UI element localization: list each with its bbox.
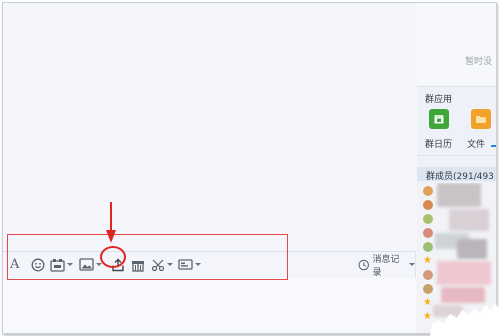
avatar [423, 200, 433, 210]
mosaic-block [441, 287, 485, 303]
mosaic-block [437, 183, 481, 207]
app-label-files: 文件 [467, 140, 486, 150]
mosaic-block [449, 209, 489, 231]
chevron-down-icon [409, 263, 415, 266]
folder-icon [471, 109, 491, 129]
gift-icon [132, 260, 144, 272]
apps-divider [417, 155, 496, 156]
send-file-button[interactable] [111, 255, 125, 274]
font-icon: A [10, 257, 20, 272]
avatar [423, 214, 433, 224]
image-icon [79, 258, 94, 271]
star-icon: ★ [423, 255, 432, 266]
notice-empty-text: 暂时没 [465, 57, 493, 67]
group-notice: 暂时没 [417, 3, 496, 87]
scissors-icon [151, 259, 165, 271]
avatar [423, 186, 433, 196]
mosaic-block [457, 239, 487, 259]
smiley-icon [31, 258, 45, 271]
animation-button[interactable] [50, 255, 73, 274]
input-toolbar: A 消息记录 [7, 251, 415, 278]
gif-icon [50, 258, 65, 272]
app-item-files[interactable]: 文件 [467, 109, 496, 150]
group-apps-title: 群应用 [425, 95, 453, 105]
chevron-down-icon [96, 263, 102, 266]
clock-icon [358, 259, 369, 270]
screenshot-root: A 消息记录 暂时没 群应用 群日历 文件 群成员(291/493 ★ ★ ★ [0, 0, 499, 336]
group-side-panel: 暂时没 群应用 群日历 文件 群成员(291/493 ★ ★ ★ [417, 3, 496, 333]
emoji-button[interactable] [31, 255, 45, 274]
chevron-down-icon [167, 263, 173, 266]
chevron-down-icon [195, 263, 201, 266]
avatar [423, 270, 433, 280]
star-icon: ★ [423, 311, 432, 322]
image-button[interactable] [79, 255, 102, 274]
more-apps-button[interactable] [178, 255, 201, 274]
message-input[interactable] [3, 278, 416, 333]
member-list[interactable]: ★ ★ ★ [417, 183, 496, 333]
avatar [423, 228, 433, 238]
chevron-down-icon [67, 263, 73, 266]
calendar-icon [429, 109, 449, 129]
upload-icon [112, 258, 124, 271]
star-icon: ★ [423, 297, 432, 308]
card-icon [178, 259, 193, 270]
app-label-calendar: 群日历 [425, 140, 453, 150]
avatar [423, 242, 433, 252]
members-title: 群成员(291/493 [426, 172, 494, 182]
message-history-button[interactable]: 消息记录 [358, 255, 415, 278]
apps-tab-indicator [491, 145, 496, 147]
mosaic-block [433, 305, 463, 317]
screenshot-button[interactable] [151, 255, 173, 274]
mosaic-block [437, 261, 491, 285]
message-history-label: 消息记录 [372, 254, 400, 278]
app-item-calendar[interactable]: 群日历 [425, 109, 455, 150]
avatar [423, 284, 433, 294]
gift-button[interactable] [131, 255, 145, 274]
chat-window: A 消息记录 暂时没 群应用 群日历 文件 群成员(291/493 ★ ★ ★ [2, 2, 497, 334]
message-log[interactable] [3, 3, 416, 251]
font-button[interactable]: A [10, 255, 19, 274]
chat-area: A 消息记录 [3, 3, 416, 333]
